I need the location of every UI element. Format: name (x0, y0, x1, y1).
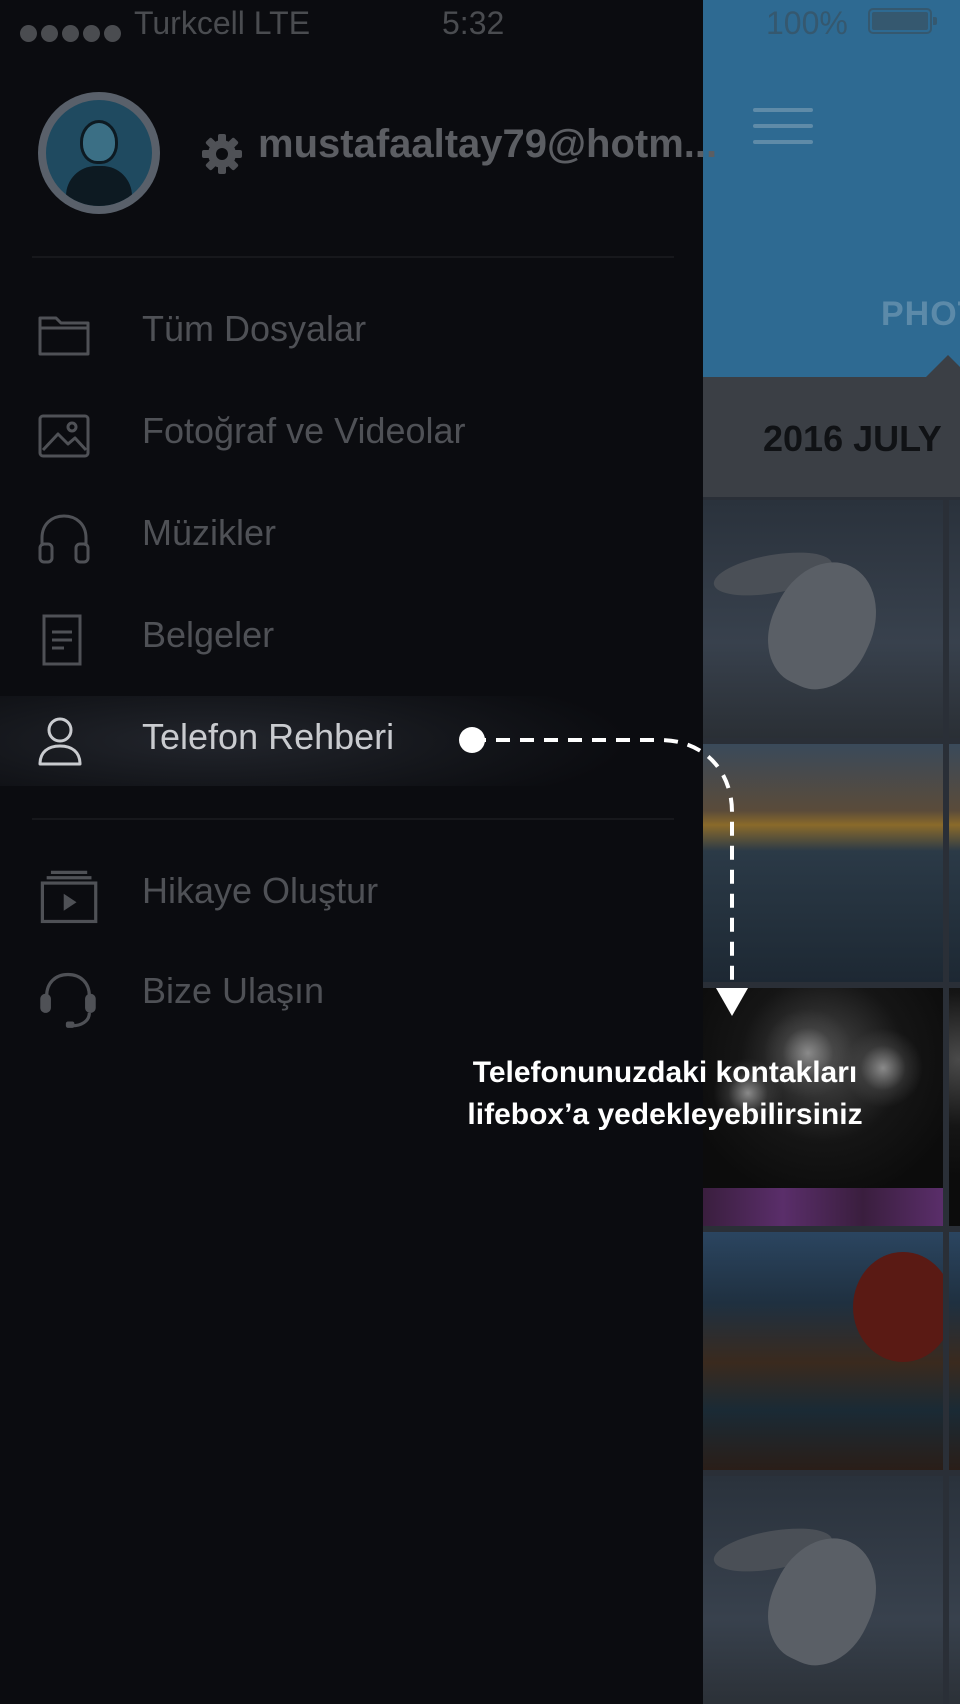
gear-icon[interactable] (200, 132, 244, 176)
app-header: PHOT (703, 0, 960, 377)
battery-icon (868, 8, 937, 34)
menu-item-photos-videos[interactable]: Fotoğraf ve Videolar (0, 390, 703, 480)
hamburger-menu-icon[interactable] (753, 108, 813, 144)
menu-item-label: Telefon Rehberi (142, 716, 395, 757)
photo-thumbnail[interactable] (703, 500, 943, 738)
background-app: PHOT 2016 JULY (703, 0, 960, 1704)
menu-item-documents[interactable]: Belgeler (0, 594, 703, 684)
menu-item-create-story[interactable]: Hikaye Oluştur (0, 850, 703, 940)
tab-indicator (926, 355, 960, 377)
menu-item-label: Bize Ulaşın (142, 970, 325, 1011)
menu-item-contact-us[interactable]: Bize Ulaşın (0, 950, 703, 1040)
battery-percentage: 100% (766, 5, 848, 41)
tooltip-line-1: Telefonunuzdaki kontakları (472, 1056, 858, 1089)
menu-item-label: Belgeler (142, 614, 275, 655)
document-icon (42, 614, 82, 666)
date-label: 2016 JULY (763, 418, 942, 459)
image-icon (38, 414, 90, 458)
carrier-label: Turkcell LTE (134, 5, 311, 41)
menu-item-label: Fotoğraf ve Videolar (142, 410, 466, 451)
menu-item-contacts[interactable]: Telefon Rehberi (0, 696, 703, 786)
person-icon (38, 717, 82, 766)
status-bar: Turkcell LTE 5:32 100% (0, 0, 960, 50)
menu-item-music[interactable]: Müzikler (0, 492, 703, 582)
photo-thumbnail[interactable] (949, 500, 960, 738)
clock: 5:32 (442, 5, 505, 41)
account-email[interactable]: mustafaaltay79@hotm... (258, 122, 717, 167)
headphones-icon (38, 514, 90, 564)
photo-thumbnail[interactable] (703, 1476, 943, 1704)
photo-thumbnail[interactable] (949, 744, 960, 982)
tooltip-line-2: lifebox’a yedekleyebilirsiniz (467, 1098, 863, 1131)
tab-photos[interactable]: PHOT (881, 295, 960, 334)
photo-thumbnail[interactable] (949, 1476, 960, 1704)
avatar[interactable] (38, 92, 160, 214)
tooltip-text: Telefonunuzdaki kontakları lifebox’a yed… (440, 1052, 890, 1136)
story-play-icon (40, 870, 98, 924)
photo-thumbnail[interactable] (949, 1232, 960, 1470)
divider (32, 818, 674, 820)
photo-thumbnail[interactable] (703, 1232, 943, 1470)
signal-strength-icon (20, 13, 125, 50)
headset-icon (40, 972, 96, 1028)
menu-item-label: Müzikler (142, 512, 277, 553)
photo-thumbnail[interactable] (703, 744, 943, 982)
tooltip-anchor-dot (459, 727, 485, 753)
menu-item-label: Hikaye Oluştur (142, 870, 379, 911)
menu-item-label: Tüm Dosyalar (142, 308, 367, 349)
navigation-drawer: mustafaaltay79@hotm... Tüm Dosyalar Foto… (0, 0, 717, 1704)
folder-icon (38, 316, 90, 356)
photo-thumbnail[interactable] (949, 988, 960, 1226)
menu-item-all-files[interactable]: Tüm Dosyalar (0, 288, 703, 378)
divider (32, 256, 674, 258)
